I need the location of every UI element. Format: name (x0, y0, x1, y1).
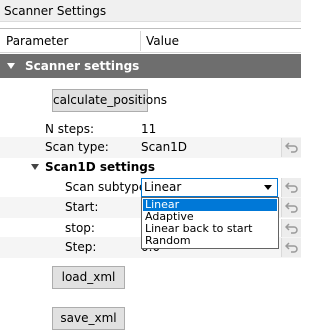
undo-icon (285, 242, 298, 253)
start-reset-button[interactable] (281, 198, 301, 217)
step-reset-button[interactable] (281, 238, 301, 257)
scan-subtype-dropdown[interactable]: Linear Adaptive Linear back to start Ran… (141, 197, 279, 249)
undo-icon (285, 182, 298, 193)
group-scanner-settings[interactable]: Scanner settings (0, 54, 301, 78)
step-label: Step: (65, 240, 97, 254)
chevron-down-icon[interactable] (264, 185, 272, 190)
dropdown-option-random[interactable]: Random (143, 235, 277, 247)
tree-header: Parameter Value (0, 29, 301, 53)
start-label: Start: (65, 200, 99, 214)
scan-subtype-selected-value: Linear (144, 180, 182, 194)
row-scan-type: Scan type: Scan1D (0, 137, 301, 158)
scan-type-label: Scan type: (45, 140, 109, 154)
expand-arrow-icon[interactable] (7, 63, 15, 69)
group-label: Scanner settings (25, 59, 140, 73)
window-title: Scanner Settings (0, 0, 301, 22)
expand-arrow-icon[interactable] (31, 164, 39, 170)
column-separator[interactable] (140, 31, 141, 51)
stop-label: stop: (65, 221, 95, 235)
load-xml-button[interactable]: load_xml (52, 266, 125, 289)
subgroup-label: Scan1D settings (45, 160, 156, 174)
scan-subtype-combobox[interactable]: Linear (141, 178, 278, 197)
scan-type-reset-button[interactable] (281, 138, 301, 157)
column-header-parameter[interactable]: Parameter (6, 29, 68, 53)
subgroup-scan1d-settings[interactable]: Scan1D settings (0, 157, 301, 178)
scan-subtype-reset-button[interactable] (281, 178, 301, 197)
undo-icon (285, 142, 298, 153)
parameter-tree: Parameter Value Scanner settings calcula… (0, 28, 301, 335)
undo-icon (285, 223, 298, 234)
stop-reset-button[interactable] (281, 219, 301, 238)
undo-icon (285, 202, 298, 213)
save-xml-button[interactable]: save_xml (52, 307, 125, 330)
scan-subtype-label: Scan subtype: (65, 180, 151, 194)
column-header-value[interactable]: Value (146, 29, 179, 53)
calculate-positions-button[interactable]: calculate_positions (52, 89, 167, 112)
scan-type-value[interactable]: Scan1D (141, 137, 187, 158)
